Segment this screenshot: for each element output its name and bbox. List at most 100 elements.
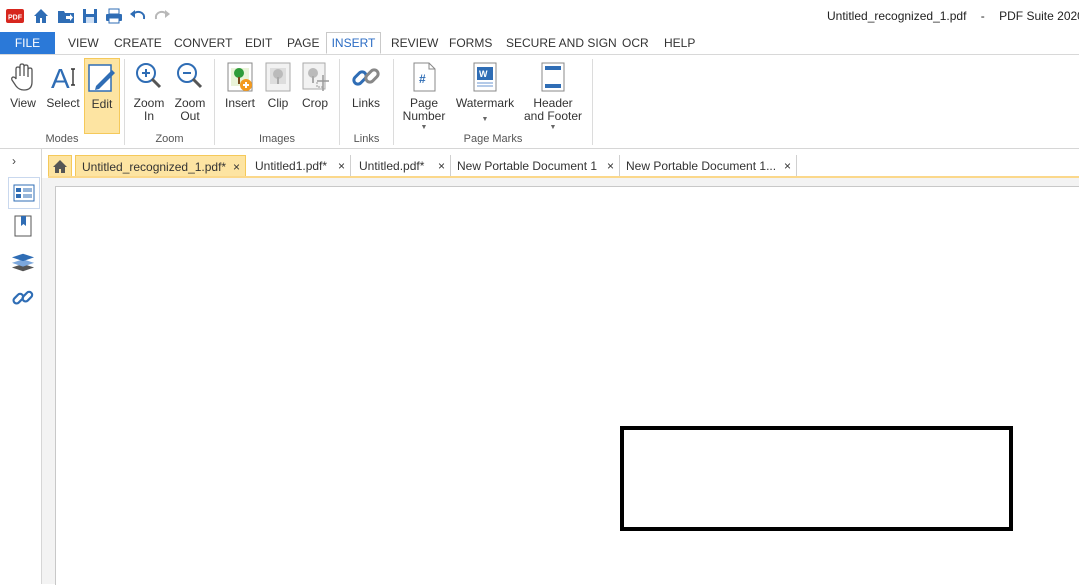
watermark-icon: W — [469, 61, 501, 93]
page-number-label-2: Number — [402, 109, 446, 123]
page-number-label-1: Page — [409, 96, 439, 110]
zoom-out-button[interactable]: Zoom Out — [171, 58, 209, 130]
menu-help[interactable]: HELP — [664, 32, 695, 54]
watermark-button[interactable]: W Watermark ▼ — [454, 58, 516, 130]
hand-icon — [7, 61, 39, 93]
select-mode-button[interactable]: A Select — [44, 58, 82, 130]
title-separator: - — [980, 9, 985, 23]
link-chain-icon — [350, 61, 382, 93]
undo-icon[interactable] — [129, 7, 147, 25]
close-icon[interactable]: × — [233, 156, 240, 178]
window-title: Untitled_recognized_1.pdf - PDF Suite 20… — [827, 9, 1079, 23]
text-select-icon: A — [47, 61, 79, 94]
document-tab[interactable]: New Portable Document 1... × — [620, 155, 797, 177]
expand-panel-icon[interactable]: › — [12, 154, 16, 168]
zoom-out-icon — [174, 61, 206, 93]
crop-image-button[interactable]: Crop — [297, 58, 333, 130]
zoom-in-icon — [133, 61, 165, 93]
menu-view[interactable]: VIEW — [68, 32, 99, 54]
insert-image-label: Insert — [224, 96, 255, 110]
header-footer-button[interactable]: Header and Footer ▼ — [522, 58, 584, 131]
document-tab[interactable]: New Portable Document 1 × — [451, 155, 620, 177]
document-tab[interactable]: Untitled1.pdf* × — [249, 155, 351, 177]
zoom-group-label: Zoom — [155, 133, 184, 145]
left-side-panel: › — [0, 149, 42, 584]
document-tab-label: Untitled_recognized_1.pdf* — [82, 160, 227, 174]
crop-image-label: Crop — [301, 96, 328, 110]
insert-image-icon — [224, 61, 256, 93]
crop-image-icon — [299, 61, 331, 93]
menu-forms[interactable]: FORMS — [449, 32, 492, 54]
layers-panel-icon[interactable] — [11, 250, 35, 274]
document-tab[interactable]: Untitled.pdf* × — [353, 155, 451, 177]
app-name: PDF Suite 2020 Pro — [999, 9, 1079, 23]
svg-text:PDF: PDF — [8, 15, 23, 22]
zoom-in-label-1: Zoom — [133, 96, 165, 110]
menu-secure-and-sign[interactable]: SECURE AND SIGN — [506, 32, 617, 54]
links-label: Links — [351, 96, 380, 110]
clip-image-icon — [262, 61, 294, 93]
menu-edit[interactable]: EDIT — [245, 32, 272, 54]
svg-text:A: A — [51, 63, 70, 93]
zoom-out-label-2: Out — [180, 109, 200, 123]
chevron-down-icon: ▼ — [549, 124, 557, 131]
app-logo-icon[interactable]: PDF — [6, 7, 24, 25]
modes-group-label: Modes — [45, 133, 79, 145]
menu-create[interactable]: CREATE — [114, 32, 162, 54]
bookmarks-panel-icon[interactable] — [11, 214, 35, 238]
svg-text:#: # — [419, 72, 426, 86]
document-tab[interactable]: Untitled_recognized_1.pdf* × — [75, 155, 246, 177]
document-tab-label: New Portable Document 1 — [457, 159, 598, 173]
clip-image-label: Clip — [267, 96, 289, 110]
close-icon[interactable]: × — [607, 155, 614, 177]
document-tab-label: New Portable Document 1... — [626, 159, 777, 173]
header-footer-icon — [537, 61, 569, 93]
home-tab[interactable] — [48, 155, 72, 177]
menu-convert[interactable]: CONVERT — [174, 32, 232, 54]
print-icon[interactable] — [105, 7, 123, 25]
thumbnails-panel-icon[interactable] — [8, 177, 40, 209]
document-tab-label: Untitled1.pdf* — [255, 159, 328, 173]
redo-icon[interactable] — [153, 7, 171, 25]
home-icon[interactable] — [32, 7, 50, 25]
close-icon[interactable]: × — [338, 155, 345, 177]
chevron-down-icon: ▼ — [420, 124, 428, 131]
page-number-icon: # — [408, 61, 440, 93]
zoom-in-label-2: In — [143, 109, 154, 123]
ribbon: View A Select Edit Modes Zoom In Zoom Ou… — [0, 55, 1079, 149]
menu-ocr[interactable]: OCR — [622, 32, 649, 54]
menu-review[interactable]: REVIEW — [391, 32, 438, 54]
zoom-in-button[interactable]: Zoom In — [130, 58, 168, 130]
clip-image-button[interactable]: Clip — [261, 58, 295, 130]
links-group-label: Links — [353, 133, 380, 145]
page-marks-group-label: Page Marks — [463, 133, 523, 145]
menu-bar: FILE VIEW CREATE CONVERT EDIT PAGE INSER… — [0, 32, 1079, 55]
chevron-down-icon: ▼ — [481, 116, 489, 123]
menu-page[interactable]: PAGE — [287, 32, 319, 54]
page-rectangle-shape[interactable] — [620, 426, 1013, 531]
menu-insert[interactable]: INSERT — [326, 32, 381, 54]
save-icon[interactable] — [81, 7, 99, 25]
header-footer-label-2: and Footer — [523, 109, 583, 123]
open-folder-icon[interactable] — [57, 7, 75, 25]
close-icon[interactable]: × — [784, 155, 791, 177]
close-icon[interactable]: × — [438, 155, 445, 177]
edit-pencil-icon — [86, 62, 118, 94]
select-mode-label: Select — [46, 96, 80, 110]
links-button[interactable]: Links — [346, 58, 386, 130]
ribbon-separator — [592, 59, 593, 145]
edit-mode-label: Edit — [91, 97, 113, 111]
document-tab-label: Untitled.pdf* — [359, 159, 425, 173]
watermark-label: Watermark — [455, 96, 515, 110]
insert-image-button[interactable]: Insert — [221, 58, 259, 130]
menu-file[interactable]: FILE — [0, 32, 55, 54]
view-mode-button[interactable]: View — [4, 58, 42, 130]
edit-mode-button[interactable]: Edit — [84, 58, 120, 134]
links-panel-icon[interactable] — [11, 286, 35, 310]
header-footer-label-1: Header — [533, 96, 573, 110]
title-bar: PDF Untitled_recognized_1.pdf - PDF Suit… — [0, 0, 1079, 32]
document-name: Untitled_recognized_1.pdf — [827, 9, 967, 23]
view-mode-label: View — [10, 96, 36, 110]
zoom-out-label-1: Zoom — [174, 96, 206, 110]
page-number-button[interactable]: # Page Number ▼ — [401, 58, 447, 131]
